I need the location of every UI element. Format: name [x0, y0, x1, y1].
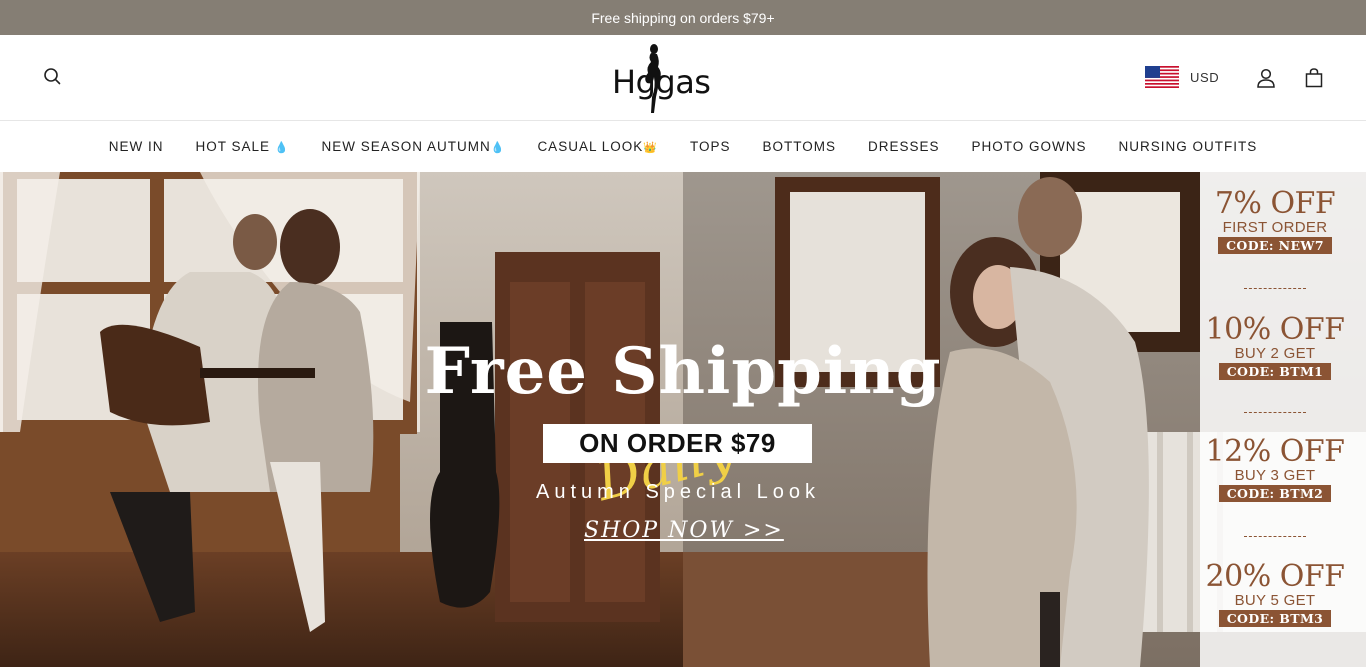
site-logo[interactable]: Hggas	[612, 43, 762, 115]
promo-description: BUY 2 GET	[1234, 345, 1316, 362]
promo-discount: 20% OFF	[1205, 559, 1345, 594]
nav-label: PHOTO GOWNS	[971, 139, 1087, 154]
nav-label: BOTTOMS	[762, 139, 836, 154]
shop-now-link[interactable]: SHOP NOW >>	[584, 518, 784, 543]
currency-label: USD	[1190, 69, 1220, 85]
nav-item-bottoms[interactable]: BOTTOMS	[762, 139, 836, 154]
promo-discount: 12% OFF	[1205, 434, 1345, 469]
promo-discount: 10% OFF	[1205, 312, 1345, 347]
promo-code: CODE: NEW7	[1218, 237, 1332, 254]
us-flag-icon	[1145, 66, 1179, 88]
promo-code: CODE: BTM1	[1218, 363, 1332, 380]
promo-block: 7% OFF FIRST ORDER CODE: NEW7	[1200, 188, 1350, 255]
promo-divider	[1244, 536, 1306, 537]
crown-icon: 👑	[643, 142, 658, 154]
cart-icon	[1305, 68, 1323, 88]
hero-banner[interactable]: Daily Free Shipping ON ORDER $79 Autumn …	[0, 172, 1366, 667]
announcement-bar: Free shipping on orders $79+	[0, 0, 1366, 35]
account-button[interactable]	[1255, 67, 1277, 89]
nav-item-dresses[interactable]: DRESSES	[868, 139, 940, 154]
nav-label: DRESSES	[867, 139, 940, 154]
nav-item-tops[interactable]: TOPS	[690, 139, 731, 154]
site-header: Hggas USD	[0, 35, 1366, 121]
promo-divider	[1244, 412, 1306, 413]
promo-discount: 7% OFF	[1214, 186, 1336, 221]
logo-silhouette-icon	[645, 44, 661, 113]
search-button[interactable]	[40, 65, 64, 89]
nav-label: HOT SALE	[195, 139, 270, 154]
nav-label: CASUAL LOOK	[537, 139, 644, 154]
main-nav: NEW IN HOT SALE 💧 NEW SEASON AUTUMN💧 CAS…	[0, 121, 1366, 172]
nav-label: NEW SEASON AUTUMN	[321, 139, 491, 154]
promo-block: 12% OFF BUY 3 GET CODE: BTM2	[1200, 436, 1350, 503]
flame-icon: 💧	[274, 142, 290, 154]
currency-selector[interactable]: USD	[1145, 66, 1219, 88]
nav-item-hot-sale[interactable]: HOT SALE 💧	[195, 139, 289, 154]
nav-item-new-in[interactable]: NEW IN	[109, 139, 164, 154]
nav-label: NEW IN	[108, 139, 164, 154]
flame-icon: 💧	[490, 142, 506, 154]
announcement-text: Free shipping on orders $79+	[591, 9, 775, 26]
promo-description: BUY 5 GET	[1234, 592, 1316, 609]
nav-item-casual-look[interactable]: CASUAL LOOK👑	[537, 139, 658, 154]
promo-divider	[1244, 288, 1306, 289]
account-icon	[1257, 68, 1275, 88]
promo-block: 20% OFF BUY 5 GET CODE: BTM3	[1200, 561, 1350, 628]
nav-label: TOPS	[689, 139, 731, 154]
search-icon	[44, 68, 61, 85]
nav-item-new-season-autumn[interactable]: NEW SEASON AUTUMN💧	[321, 139, 505, 154]
cart-button[interactable]	[1303, 67, 1325, 89]
hero-photo	[0, 172, 1366, 667]
promo-code: CODE: BTM2	[1218, 485, 1332, 502]
nav-item-photo-gowns[interactable]: PHOTO GOWNS	[972, 139, 1087, 154]
promo-description: BUY 3 GET	[1234, 467, 1316, 484]
hero-subtitle: Autumn Special Look	[535, 481, 820, 503]
hero-title: Free Shipping	[424, 334, 942, 409]
nav-item-nursing-outfits[interactable]: NURSING OUTFITS	[1119, 139, 1258, 154]
hero-badge: ON ORDER $79	[543, 424, 812, 463]
promo-code: CODE: BTM3	[1218, 610, 1332, 627]
promo-description: FIRST ORDER	[1222, 219, 1328, 236]
nav-label: NURSING OUTFITS	[1118, 139, 1258, 154]
promo-block: 10% OFF BUY 2 GET CODE: BTM1	[1200, 314, 1350, 381]
promo-panel: 7% OFF FIRST ORDER CODE: NEW7 10% OFF BU…	[1200, 172, 1366, 667]
